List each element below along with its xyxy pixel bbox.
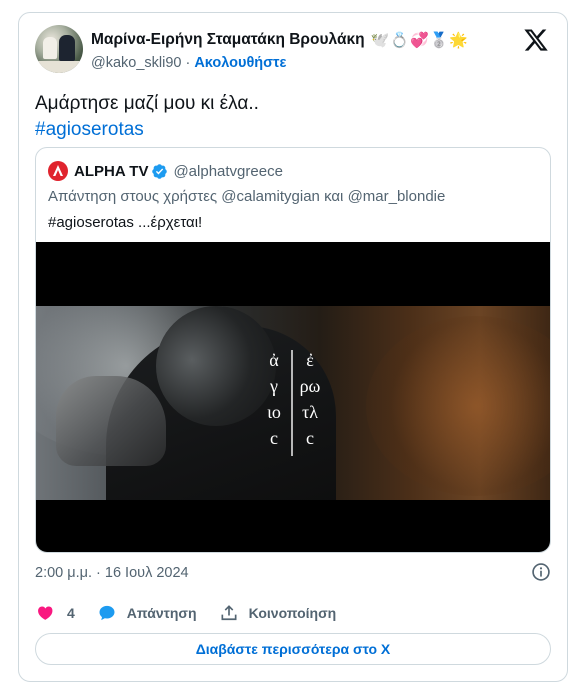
title-right-1: ἐ (306, 350, 314, 370)
action-bar: 4 Απάντηση Κοινοποίηση (35, 601, 358, 625)
tweet-embed-card: Μαρίνα-Ειρήνη Σταματάκη Βρουλάκη 🕊️💍💞🥈🌟 … (18, 12, 568, 682)
quoted-author-handle[interactable]: @alphatvgreece (173, 163, 282, 180)
mention-link-1[interactable]: @calamitygian (221, 188, 320, 205)
tweet-text: Αμάρτησε μαζί μου κι έλα.. #agioserotas (35, 91, 259, 143)
tweet-hashtag-link[interactable]: #agioserotas (35, 117, 259, 143)
author-display-name[interactable]: Μαρίνα-Ειρήνη Σταματάκη Βρουλάκη (91, 31, 365, 49)
tweet-timestamp[interactable]: 2:00 μ.μ. · 16 Ιουλ 2024 (35, 565, 189, 581)
follow-link[interactable]: Ακολουθήστε (194, 55, 286, 71)
video-frame: ἀ γ ιο c ἐ ρω τλ c (36, 306, 550, 500)
author-name-row: Μαρίνα-Ειρήνη Σταματάκη Βρουλάκη 🕊️💍💞🥈🌟 (91, 29, 469, 51)
reply-button[interactable]: Απάντηση (97, 603, 197, 623)
quoted-header: ALPHA TV @alphatvgreece (48, 160, 283, 182)
like-count: 4 (67, 605, 75, 621)
heart-icon (38, 606, 53, 620)
reply-label: Απάντηση (126, 605, 197, 621)
share-label: Κοινοποίηση (248, 605, 337, 621)
share-button[interactable]: Κοινοποίηση (219, 603, 337, 623)
quoted-author-name[interactable]: ALPHA TV (74, 163, 148, 180)
quoted-video[interactable]: ἀ γ ιο c ἐ ρω τλ c (36, 242, 550, 552)
share-upload-icon (221, 605, 237, 621)
tweet-body: Αμάρτησε μαζί μου κι έλα.. (35, 93, 259, 114)
title-right-4: c (306, 428, 314, 448)
title-left-4: c (270, 428, 278, 448)
like-button[interactable]: 4 (35, 603, 75, 623)
verified-badge-icon (152, 163, 168, 179)
author-emoji-badges: 🕊️💍💞🥈🌟 (370, 32, 469, 49)
quoted-text: #agioserotas ...έρχεται! (48, 214, 203, 231)
reply-prefix: Απάντηση στους χρήστες (48, 188, 218, 205)
author-handle[interactable]: @kako_skli90 (91, 55, 181, 71)
author-handle-row: @kako_skli90 · Ακολουθήστε (91, 53, 286, 73)
mention-link-2[interactable]: @mar_blondie (348, 188, 446, 205)
title-left-3: ιο (267, 402, 281, 422)
alpha-tv-logo-icon[interactable] (48, 161, 68, 181)
author-avatar[interactable] (35, 25, 83, 73)
title-left-1: ἀ (269, 350, 279, 370)
info-icon[interactable] (531, 562, 551, 582)
separator-dot: · (185, 55, 191, 71)
reply-bubble-icon (99, 605, 115, 621)
show-title-mark: ἀ γ ιο c ἐ ρω τλ c (267, 350, 321, 456)
quoted-reply-context: Απάντηση στους χρήστες @calamitygian και… (48, 188, 445, 205)
read-more-button[interactable]: Διαβάστε περισσότερα στο X (35, 633, 551, 665)
title-left-2: γ (269, 376, 278, 396)
quoted-tweet[interactable]: ALPHA TV @alphatvgreece Απάντηση στους χ… (35, 147, 551, 553)
reply-joiner: και (324, 188, 344, 205)
x-logo-icon[interactable] (523, 27, 549, 53)
title-right-2: ρω (300, 376, 321, 396)
title-right-3: τλ (302, 402, 318, 422)
